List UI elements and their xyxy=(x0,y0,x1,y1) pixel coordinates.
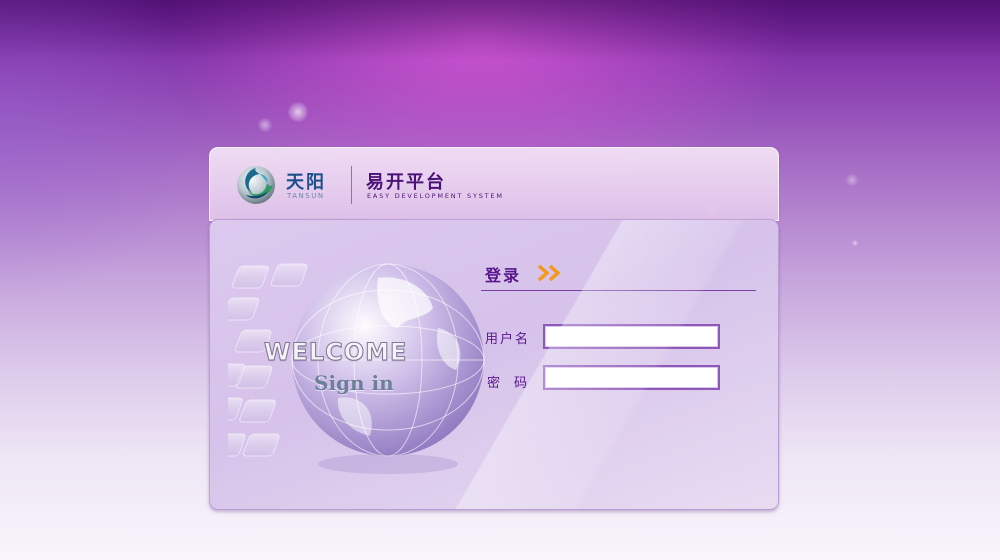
brand-name-en: TANSUN xyxy=(287,192,325,200)
welcome-heading: WELCOME xyxy=(263,338,408,367)
brand-name: 天阳 xyxy=(286,172,326,193)
bokeh-light xyxy=(852,240,858,246)
tansun-swirl-logo-icon xyxy=(237,166,275,204)
password-label: 密码 xyxy=(487,376,542,391)
platform-subtitle: EASY DEVELOPMENT SYSTEM xyxy=(367,192,504,200)
login-box: 天阳 TANSUN 易开平台 EASY DEVELOPMENT SYSTEM W… xyxy=(209,147,779,510)
login-title-underline xyxy=(481,290,756,291)
header-divider xyxy=(351,166,352,204)
sign-in-subheading: Sign in xyxy=(314,371,394,395)
login-panel: WELCOME Sign in 登录 用户名 密码 xyxy=(209,219,779,510)
username-input[interactable] xyxy=(543,324,720,349)
password-input[interactable] xyxy=(543,365,720,390)
login-title: 登录 xyxy=(485,266,522,285)
bokeh-light xyxy=(846,174,858,186)
login-header: 天阳 TANSUN 易开平台 EASY DEVELOPMENT SYSTEM xyxy=(209,147,779,221)
bokeh-light xyxy=(258,118,272,132)
bokeh-light xyxy=(288,102,308,122)
username-label: 用户名 xyxy=(485,332,531,347)
double-chevron-right-icon xyxy=(537,264,561,282)
login-page: 天阳 TANSUN 易开平台 EASY DEVELOPMENT SYSTEM W… xyxy=(0,0,1000,560)
platform-title: 易开平台 xyxy=(366,172,446,193)
